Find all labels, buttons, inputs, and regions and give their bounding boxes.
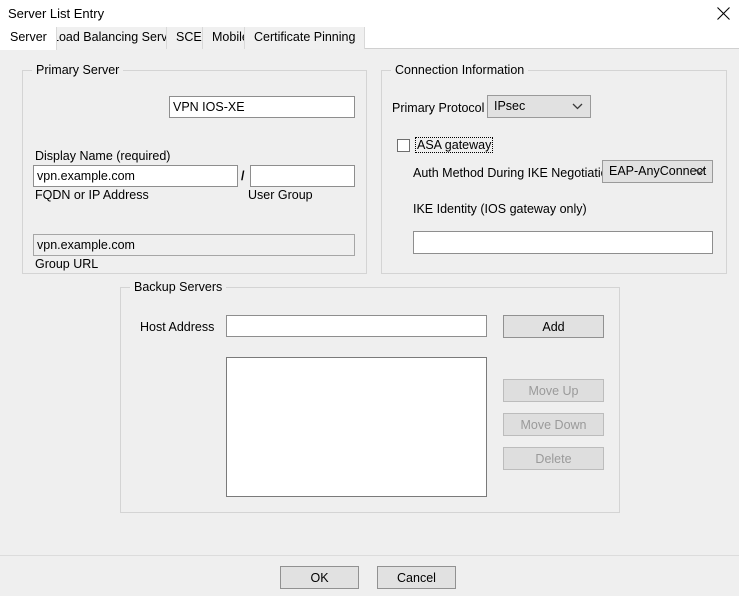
fqdn-input[interactable]: [33, 165, 238, 187]
display-name-input[interactable]: [169, 96, 355, 118]
move-up-button[interactable]: Move Up: [503, 379, 604, 402]
host-address-input[interactable]: [226, 315, 487, 337]
asa-gateway-label: ASA gateway: [415, 137, 494, 153]
add-button[interactable]: Add: [503, 315, 604, 338]
primary-protocol-value: IPsec: [494, 99, 526, 113]
auth-method-combobox[interactable]: EAP-AnyConnect: [602, 160, 713, 183]
group-url-input[interactable]: [33, 234, 355, 256]
primary-protocol-label: Primary Protocol: [392, 101, 485, 115]
chevron-down-icon: [572, 96, 583, 117]
chevron-down-icon: [694, 161, 705, 182]
cancel-button[interactable]: Cancel: [377, 566, 456, 589]
auth-method-label: Auth Method During IKE Negotiation: [413, 166, 615, 180]
display-name-label: Display Name (required): [35, 149, 171, 163]
tab-server[interactable]: Server: [0, 27, 57, 50]
move-down-button[interactable]: Move Down: [503, 413, 604, 436]
close-button[interactable]: [710, 0, 739, 27]
auth-method-value: EAP-AnyConnect: [609, 164, 707, 178]
title-bar: Server List Entry: [0, 0, 739, 27]
fqdn-usergroup-separator: /: [241, 169, 245, 183]
window-title: Server List Entry: [8, 6, 105, 21]
backup-servers-list[interactable]: [226, 357, 487, 497]
delete-button[interactable]: Delete: [503, 447, 604, 470]
backup-servers-legend: Backup Servers: [130, 280, 227, 294]
fqdn-label: FQDN or IP Address: [35, 188, 149, 202]
asa-gateway-checkbox[interactable]: ASA gateway: [397, 137, 494, 153]
host-address-label: Host Address: [140, 320, 215, 334]
primary-server-legend: Primary Server: [32, 63, 124, 77]
asa-gateway-checkbox-box: [397, 138, 410, 152]
connection-information-legend: Connection Information: [391, 63, 529, 77]
ike-identity-input[interactable]: [413, 231, 713, 254]
user-group-input[interactable]: [250, 165, 355, 187]
tab-certificate-pinning[interactable]: Certificate Pinning: [244, 27, 366, 49]
ok-button[interactable]: OK: [280, 566, 359, 589]
group-url-label: Group URL: [35, 257, 99, 271]
primary-protocol-combobox[interactable]: IPsec: [487, 95, 591, 118]
user-group-label: User Group: [248, 188, 313, 202]
close-icon: [717, 7, 730, 20]
tab-strip: Server Load Balancing Servers SCEP Mobil…: [0, 27, 739, 50]
ike-identity-label: IKE Identity (IOS gateway only): [413, 202, 587, 216]
tab-content-server: Primary Server Display Name (required) F…: [0, 49, 739, 555]
footer-bar: OK Cancel: [0, 556, 739, 596]
